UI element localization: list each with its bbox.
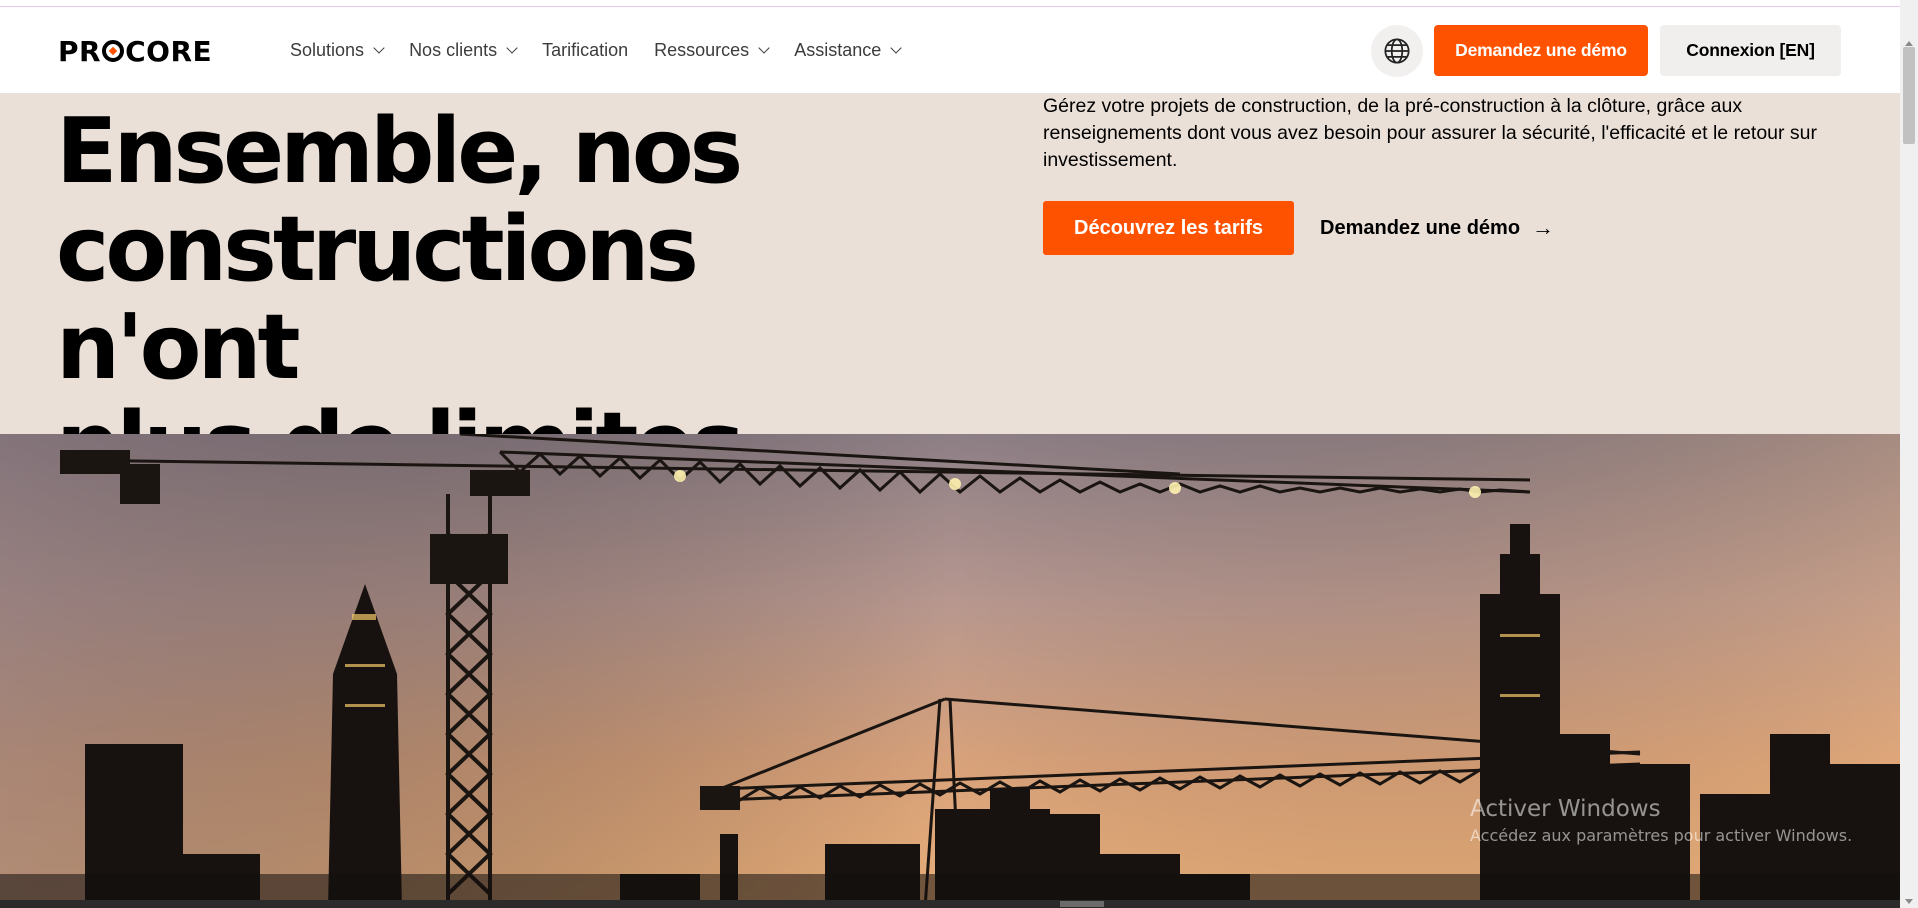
hero-description: Gérez votre projets de construction, de … [1043, 95, 1818, 171]
demo-button[interactable]: Demandez une démo [1434, 25, 1648, 76]
chevron-down-icon [890, 41, 902, 54]
scrollbar-thumb[interactable] [1903, 47, 1915, 144]
scroll-down-arrow-icon[interactable] [1905, 899, 1913, 904]
navbar: PR CORE Solutions Nos clients Tarificatio… [0, 7, 1900, 93]
nav-item-ressources[interactable]: Ressources [654, 39, 770, 61]
nav-item-label: Nos clients [409, 39, 498, 60]
chevron-down-icon [373, 41, 385, 54]
hero-title-line: Ensemble, nos [56, 99, 743, 204]
nav-item-nos-clients[interactable]: Nos clients [409, 39, 518, 61]
demo-link-label: Demandez une démo [1320, 216, 1521, 239]
watermark-title: Activer Windows [1470, 796, 1661, 822]
nav-item-tarification[interactable]: Tarification [542, 40, 628, 61]
logo-text-pre: PR [58, 34, 102, 68]
nav-item-label: Ressources [654, 39, 750, 60]
windows-activation-watermark: Activer Windows Accédez aux paramètres p… [1470, 796, 1852, 845]
login-button[interactable]: Connexion [EN] [1660, 25, 1841, 76]
language-button[interactable] [1371, 25, 1423, 77]
hero-section: Ensemble, nos constructions n'ont plus d… [0, 93, 1900, 495]
vertical-scrollbar[interactable] [1900, 0, 1918, 908]
scroll-up-arrow-icon[interactable] [1905, 41, 1913, 46]
horizontal-scrollbar-thumb[interactable] [1060, 901, 1104, 907]
nav-item-assistance[interactable]: Assistance [794, 39, 902, 61]
chevron-down-icon [506, 41, 518, 54]
chevron-down-icon [758, 41, 770, 54]
top-border [0, 0, 1900, 7]
arrow-right-icon: → [1532, 215, 1555, 240]
demo-link[interactable]: Demandez une démo → [1320, 201, 1554, 255]
main-nav: Solutions Nos clients Tarification Resso… [290, 7, 926, 93]
pricing-button[interactable]: Découvrez les tarifs [1043, 201, 1294, 255]
hero-title-line: constructions n'ont [56, 197, 699, 400]
nav-item-solutions[interactable]: Solutions [290, 39, 385, 61]
horizontal-scrollbar[interactable] [0, 900, 1900, 908]
procore-logo[interactable]: PR CORE [58, 34, 213, 68]
globe-icon [1384, 38, 1410, 64]
logo-o-mark-icon [102, 40, 125, 62]
logo-text-post: CORE [125, 34, 213, 68]
nav-item-label: Tarification [542, 39, 629, 60]
watermark-subtitle: Accédez aux paramètres pour activer Wind… [1470, 826, 1853, 845]
nav-item-label: Assistance [794, 39, 882, 60]
nav-item-label: Solutions [290, 39, 365, 60]
